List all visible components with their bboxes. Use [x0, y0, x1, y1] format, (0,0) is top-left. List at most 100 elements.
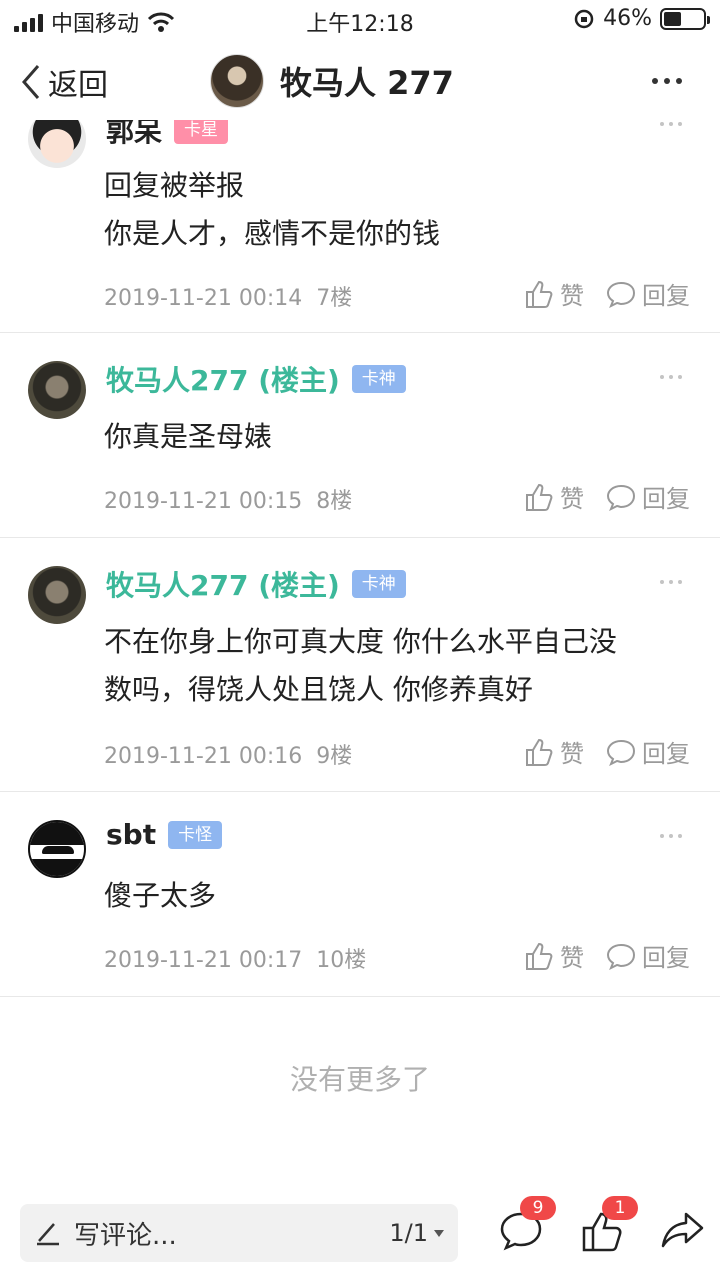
like-label: 赞: [560, 740, 584, 768]
comment-line: 你是人才，感情不是你的钱: [104, 217, 441, 250]
nav-bar: 返回 牧马人 277: [0, 44, 720, 120]
comment-actions: 赞 回复: [524, 276, 690, 311]
level-badge: 卡星: [174, 116, 229, 144]
comment-more-button[interactable]: [660, 122, 682, 126]
reply-button[interactable]: 回复: [606, 276, 690, 311]
comment-bubble-icon: [606, 484, 636, 511]
reply-button[interactable]: 回复: [606, 734, 690, 769]
like-button[interactable]: 赞: [524, 479, 584, 514]
comment-item: 郭呆 卡星 回复被举报 你是人才，感情不是你的钱 2019-11-21 00:1…: [0, 100, 720, 333]
comment-list: 郭呆 卡星 回复被举报 你是人才，感情不是你的钱 2019-11-21 00:1…: [0, 100, 720, 997]
nav-user[interactable]: 牧马人 277: [210, 54, 454, 108]
comment-bubble-icon: [606, 943, 636, 970]
comment-meta: 2019-11-21 00:15 8楼: [104, 483, 352, 515]
comment-line: 回复被举报: [104, 169, 245, 202]
comment-time: 2019-11-21 00:14: [104, 286, 303, 311]
comment-bubble-icon: [606, 281, 636, 308]
share-button[interactable]: [660, 1210, 706, 1256]
comment-item: sbt 卡怪 傻子太多 2019-11-21 00:17 10楼 赞 回复: [0, 792, 720, 997]
comment-floor: 7楼: [316, 286, 353, 311]
comment-line: 傻子太多: [104, 879, 217, 912]
avatar[interactable]: [28, 361, 86, 419]
back-label: 返回: [48, 68, 108, 103]
status-right: 46%: [573, 6, 710, 31]
comment-floor: 10楼: [316, 948, 367, 973]
comment-actions: 赞 回复: [524, 734, 690, 769]
caret-down-icon: [434, 1229, 444, 1237]
reply-label: 回复: [642, 485, 690, 513]
like-count-badge: 1: [602, 1196, 638, 1220]
comment-time: 2019-11-21 00:17: [104, 948, 303, 973]
comment-floor: 9楼: [316, 744, 353, 769]
comment-time: 2019-11-21 00:16: [104, 744, 303, 769]
like-label: 赞: [560, 485, 584, 513]
page-selector[interactable]: 1/1: [389, 1219, 444, 1247]
rotation-lock-icon: [574, 9, 594, 28]
like-button[interactable]: 赞: [524, 734, 584, 769]
reply-label: 回复: [642, 944, 690, 972]
comments-button[interactable]: 9: [498, 1196, 556, 1256]
reply-label: 回复: [642, 740, 690, 768]
back-button[interactable]: 返回: [20, 60, 108, 104]
comment-text: 傻子太多: [104, 872, 682, 920]
comment-item: 牧马人277 (楼主) 卡神 不在你身上你可真大度 你什么水平自己没 数吗，得饶…: [0, 538, 720, 792]
like-label: 赞: [560, 944, 584, 972]
battery-percent: 46%: [603, 6, 652, 31]
username-row: sbt 卡怪: [106, 818, 223, 851]
like-label: 赞: [560, 282, 584, 310]
level-badge: 卡神: [351, 365, 406, 393]
comment-actions: 赞 回复: [524, 479, 690, 514]
comment-meta: 2019-11-21 00:14 7楼: [104, 280, 352, 312]
username[interactable]: sbt: [106, 818, 156, 851]
like-post-button[interactable]: 1: [580, 1196, 638, 1258]
page-indicator: 1/1: [389, 1219, 428, 1247]
comment-line: 数吗，得饶人处且饶人 你修养真好: [104, 673, 533, 706]
like-button[interactable]: 赞: [524, 938, 584, 973]
comment-count-badge: 9: [520, 1196, 556, 1220]
comment-more-button[interactable]: [660, 834, 682, 838]
comment-bubble-icon: [606, 739, 636, 766]
comment-line: 不在你身上你可真大度 你什么水平自己没: [104, 625, 617, 658]
page-title: 牧马人 277: [280, 64, 454, 102]
comment-text: 你真是圣母婊: [104, 413, 682, 461]
no-more-label: 没有更多了: [289, 1063, 430, 1096]
thumbs-up-icon: [526, 738, 553, 766]
chevron-left-icon: [22, 65, 40, 99]
comment-time: 2019-11-21 00:15: [104, 489, 303, 514]
reply-button[interactable]: 回复: [606, 479, 690, 514]
reply-button[interactable]: 回复: [606, 938, 690, 973]
username[interactable]: 牧马人277 (楼主): [106, 564, 340, 604]
comment-more-button[interactable]: [660, 580, 682, 584]
battery-icon: [660, 7, 710, 30]
avatar[interactable]: [28, 820, 86, 878]
level-badge: 卡神: [351, 570, 406, 598]
battery-fill: [664, 11, 682, 26]
comment-actions: 赞 回复: [524, 938, 690, 973]
comment-input[interactable]: 写评论... 1/1: [20, 1204, 458, 1262]
share-icon: [661, 1212, 704, 1248]
comment-floor: 8楼: [316, 489, 353, 514]
more-menu-button[interactable]: [652, 78, 682, 84]
comment-item: 牧马人277 (楼主) 卡神 你真是圣母婊 2019-11-21 00:15 8…: [0, 333, 720, 538]
thumbs-up-icon: [526, 942, 553, 970]
bottom-bar: 写评论... 1/1 9 1: [0, 1196, 720, 1280]
avatar[interactable]: [210, 54, 264, 108]
comment-meta: 2019-11-21 00:16 9楼: [104, 738, 352, 770]
username-row: 牧马人277 (楼主) 卡神: [106, 359, 406, 399]
level-badge: 卡怪: [168, 820, 223, 849]
comment-more-button[interactable]: [660, 375, 682, 379]
username[interactable]: 牧马人277 (楼主): [106, 359, 340, 399]
status-bar: 中国移动 上午12:18 46%: [0, 0, 720, 40]
comment-text: 回复被举报 你是人才，感情不是你的钱: [104, 162, 682, 258]
comment-text: 不在你身上你可真大度 你什么水平自己没 数吗，得饶人处且饶人 你修养真好: [104, 618, 682, 714]
avatar[interactable]: [28, 566, 86, 624]
thumbs-up-icon: [526, 280, 553, 308]
comment-input-placeholder: 写评论...: [74, 1220, 177, 1251]
reply-label: 回复: [642, 282, 690, 310]
like-button[interactable]: 赞: [524, 276, 584, 311]
comment-line: 你真是圣母婊: [104, 420, 273, 453]
pencil-icon: [37, 1223, 59, 1246]
thumbs-up-icon: [526, 483, 553, 511]
comment-meta: 2019-11-21 00:17 10楼: [104, 942, 366, 974]
username-row: 牧马人277 (楼主) 卡神: [106, 564, 406, 604]
